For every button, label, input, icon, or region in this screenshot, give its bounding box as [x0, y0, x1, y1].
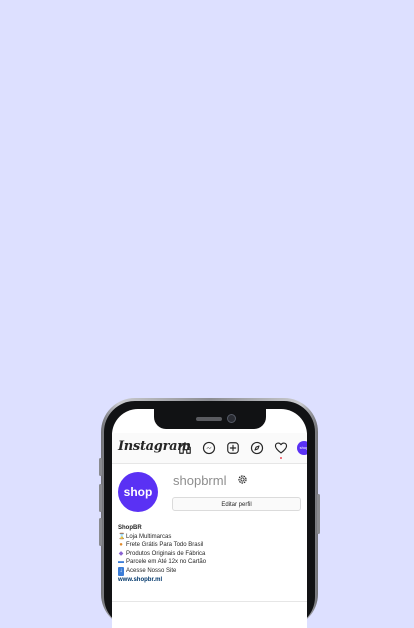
new-post-icon[interactable] — [226, 441, 240, 455]
bio-name: ShopBR — [118, 525, 142, 531]
gem-icon: ◆ — [118, 550, 124, 557]
bio-line-text: Frete Grátis Para Todo Brasil — [126, 542, 204, 549]
bio-line: ↓ Acesse Nosso Site — [118, 566, 206, 576]
phone-frame: Instagram sho shop shopbrml Editar perfi… — [99, 398, 320, 628]
bio-website-link[interactable]: www.shopbr.ml — [118, 576, 206, 585]
edit-profile-button[interactable]: Editar perfil — [172, 497, 301, 511]
profile-bio: ShopBR ⌛Loja Multimarcas ● Frete Grátis P… — [118, 524, 206, 584]
activity-icon[interactable] — [274, 441, 288, 455]
bio-line: ◆ Produtos Originais de Fábrica — [118, 550, 206, 559]
bio-line: ● Frete Grátis Para Todo Brasil — [118, 541, 206, 550]
bio-line-text: Acesse Nosso Site — [126, 567, 177, 574]
bio-line: ▬ Parcele em Até 12x no Cartão — [118, 558, 206, 567]
credit-card-icon: ▬ — [118, 559, 124, 566]
messenger-icon[interactable] — [202, 441, 216, 455]
bio-line-text: Parcele em Até 12x no Cartão — [126, 559, 207, 566]
home-icon[interactable] — [178, 441, 192, 455]
phone-screen: Instagram sho shop shopbrml Editar perfi… — [112, 409, 307, 628]
bio-line-text: Loja Multimarcas — [126, 533, 172, 540]
phone-power-button — [317, 494, 320, 534]
settings-icon[interactable] — [236, 473, 249, 486]
truck-icon: ● — [119, 542, 123, 549]
phone-side-button — [99, 484, 102, 512]
bio-line: ⌛Loja Multimarcas — [118, 533, 206, 542]
profile-username: shopbrml — [173, 473, 227, 488]
hourglass-icon: ⌛ — [118, 533, 126, 540]
phone-side-button — [99, 458, 102, 476]
profile-avatar[interactable]: shop — [118, 472, 158, 512]
notification-dot — [280, 457, 282, 459]
down-arrow-icon: ↓ — [118, 566, 124, 576]
profile-divider — [112, 601, 307, 602]
speaker-grille — [195, 417, 222, 421]
instagram-top-bar: Instagram sho — [112, 433, 307, 464]
phone-side-button — [99, 518, 102, 546]
phone-bezel: Instagram sho shop shopbrml Editar perfi… — [104, 401, 315, 628]
phone-notch — [153, 409, 266, 429]
explore-icon[interactable] — [250, 441, 264, 455]
front-camera — [226, 414, 236, 423]
nav-profile-avatar[interactable]: shop — [297, 441, 307, 455]
bio-line-text: Produtos Originais de Fábrica — [126, 550, 206, 557]
